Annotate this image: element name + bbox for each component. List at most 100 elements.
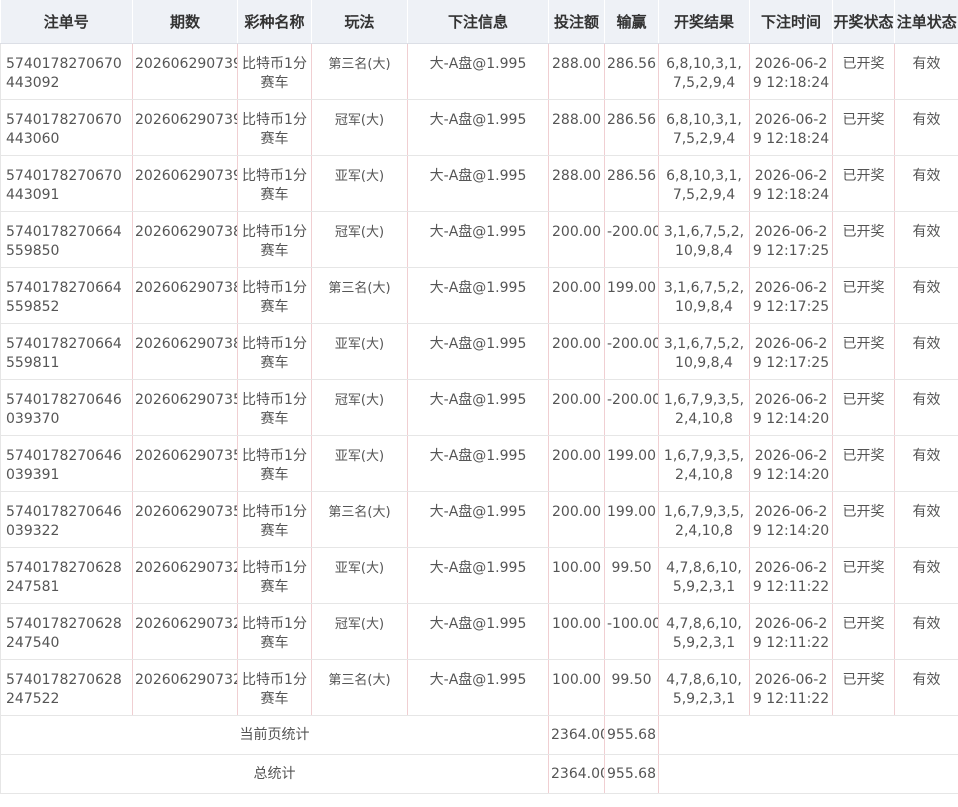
cell-bet-info: 大-A盘@1.995: [407, 435, 549, 492]
cell-order-status: 有效: [894, 379, 958, 436]
cell-bet-amount: 100.00: [548, 547, 605, 604]
cell-lottery-name: 比特币1分赛车: [237, 323, 312, 380]
cell-bet-time: 2026-06-29 12:18:24: [749, 43, 833, 100]
cell-bet-amount: 288.00: [548, 155, 605, 212]
cell-period: 202606290732: [132, 659, 238, 716]
cell-order-id: 5740178270670443060: [0, 99, 133, 156]
header-bet-info[interactable]: 下注信息: [407, 0, 549, 44]
cell-period: 202606290732: [132, 547, 238, 604]
cell-lottery-name: 比特币1分赛车: [237, 379, 312, 436]
table-row[interactable]: 5740178270670443092 202606290739 比特币1分赛车 第三…: [0, 43, 958, 100]
cell-draw-status: 已开奖: [832, 43, 895, 100]
table-row[interactable]: 5740178270646039391 202606290735 比特币1分赛车 亚军…: [0, 435, 958, 492]
cell-order-id: 5740178270664559850: [0, 211, 133, 268]
cell-order-status: 有效: [894, 99, 958, 156]
table-row[interactable]: 5740178270664559811 202606290738 比特币1分赛车 亚军…: [0, 323, 958, 380]
cell-draw-result: 1,6,7,9,3,5,2,4,10,8: [658, 435, 750, 492]
cell-period: 202606290739: [132, 43, 238, 100]
total-summary-label: 总统计: [0, 754, 549, 794]
cell-bet-amount: 200.00: [548, 491, 605, 548]
cell-draw-status: 已开奖: [832, 99, 895, 156]
cell-bet-amount: 288.00: [548, 43, 605, 100]
cell-win-loss: -200.00: [604, 211, 659, 268]
header-order-status[interactable]: 注单状态: [894, 0, 958, 44]
table-row[interactable]: 5740178270646039370 202606290735 比特币1分赛车 冠军…: [0, 379, 958, 436]
cell-draw-status: 已开奖: [832, 491, 895, 548]
table-row[interactable]: 5740178270664559850 202606290738 比特币1分赛车 冠军…: [0, 211, 958, 268]
table-row[interactable]: 5740178270628247581 202606290732 比特币1分赛车 亚军…: [0, 547, 958, 604]
cell-period: 202606290738: [132, 211, 238, 268]
cell-period: 202606290735: [132, 491, 238, 548]
cell-draw-result: 3,1,6,7,5,2,10,9,8,4: [658, 211, 750, 268]
cell-period: 202606290739: [132, 155, 238, 212]
table-row[interactable]: 5740178270670443060 202606290739 比特币1分赛车 冠军…: [0, 99, 958, 156]
cell-period: 202606290735: [132, 435, 238, 492]
cell-win-loss: 286.56: [604, 155, 659, 212]
total-summary-empty: [658, 754, 958, 794]
cell-draw-result: 4,7,8,6,10,5,9,2,3,1: [658, 547, 750, 604]
page-summary-label: 当前页统计: [0, 715, 549, 755]
cell-order-status: 有效: [894, 491, 958, 548]
header-bet-amount[interactable]: 投注额: [548, 0, 605, 44]
cell-draw-result: 4,7,8,6,10,5,9,2,3,1: [658, 603, 750, 660]
cell-period: 202606290738: [132, 267, 238, 324]
cell-order-status: 有效: [894, 43, 958, 100]
cell-play-type: 第三名(大): [311, 491, 408, 548]
cell-draw-result: 3,1,6,7,5,2,10,9,8,4: [658, 267, 750, 324]
table-row[interactable]: 5740178270628247540 202606290732 比特币1分赛车 冠军…: [0, 603, 958, 660]
total-summary-amount: 2364.00: [548, 754, 605, 794]
cell-bet-time: 2026-06-29 12:18:24: [749, 99, 833, 156]
cell-order-id: 5740178270670443091: [0, 155, 133, 212]
cell-bet-info: 大-A盘@1.995: [407, 99, 549, 156]
page-summary-row: 当前页统计 2364.00 955.68: [0, 715, 958, 755]
cell-order-status: 有效: [894, 659, 958, 716]
cell-bet-amount: 100.00: [548, 659, 605, 716]
page-summary-amount: 2364.00: [548, 715, 605, 755]
cell-draw-result: 1,6,7,9,3,5,2,4,10,8: [658, 491, 750, 548]
cell-order-status: 有效: [894, 603, 958, 660]
table-row[interactable]: 5740178270646039322 202606290735 比特币1分赛车 第三…: [0, 491, 958, 548]
cell-bet-info: 大-A盘@1.995: [407, 267, 549, 324]
table-row[interactable]: 5740178270664559852 202606290738 比特币1分赛车 第三…: [0, 267, 958, 324]
cell-win-loss: 199.00: [604, 267, 659, 324]
cell-order-id: 5740178270628247581: [0, 547, 133, 604]
cell-lottery-name: 比特币1分赛车: [237, 547, 312, 604]
cell-bet-info: 大-A盘@1.995: [407, 547, 549, 604]
cell-bet-time: 2026-06-29 12:14:20: [749, 379, 833, 436]
header-play-type[interactable]: 玩法: [311, 0, 408, 44]
cell-bet-info: 大-A盘@1.995: [407, 43, 549, 100]
cell-draw-status: 已开奖: [832, 435, 895, 492]
page-summary-win: 955.68: [604, 715, 659, 755]
header-draw-result[interactable]: 开奖结果: [658, 0, 750, 44]
cell-draw-status: 已开奖: [832, 211, 895, 268]
cell-draw-result: 6,8,10,3,1,7,5,2,9,4: [658, 99, 750, 156]
cell-win-loss: 286.56: [604, 99, 659, 156]
header-order-id[interactable]: 注单号: [0, 0, 133, 44]
cell-draw-result: 6,8,10,3,1,7,5,2,9,4: [658, 155, 750, 212]
header-draw-status[interactable]: 开奖状态: [832, 0, 895, 44]
cell-order-id: 5740178270670443092: [0, 43, 133, 100]
table-row[interactable]: 5740178270628247522 202606290732 比特币1分赛车 第三…: [0, 659, 958, 716]
cell-order-id: 5740178270664559811: [0, 323, 133, 380]
cell-win-loss: 286.56: [604, 43, 659, 100]
table-header-row: 注单号 期数 彩种名称 玩法 下注信息 投注额 输赢 开奖结果 下注时间 开奖状…: [0, 0, 958, 44]
cell-lottery-name: 比特币1分赛车: [237, 99, 312, 156]
table-row[interactable]: 5740178270670443091 202606290739 比特币1分赛车 亚军…: [0, 155, 958, 212]
cell-bet-amount: 200.00: [548, 379, 605, 436]
cell-bet-info: 大-A盘@1.995: [407, 603, 549, 660]
header-lottery-name[interactable]: 彩种名称: [237, 0, 312, 44]
cell-bet-time: 2026-06-29 12:11:22: [749, 547, 833, 604]
cell-bet-time: 2026-06-29 12:14:20: [749, 491, 833, 548]
cell-play-type: 第三名(大): [311, 43, 408, 100]
header-win-loss[interactable]: 输赢: [604, 0, 659, 44]
header-period[interactable]: 期数: [132, 0, 238, 44]
cell-draw-status: 已开奖: [832, 379, 895, 436]
cell-bet-time: 2026-06-29 12:17:25: [749, 211, 833, 268]
cell-bet-info: 大-A盘@1.995: [407, 211, 549, 268]
cell-bet-info: 大-A盘@1.995: [407, 491, 549, 548]
cell-order-id: 5740178270628247540: [0, 603, 133, 660]
cell-draw-status: 已开奖: [832, 267, 895, 324]
header-bet-time[interactable]: 下注时间: [749, 0, 833, 44]
cell-order-id: 5740178270646039370: [0, 379, 133, 436]
cell-order-status: 有效: [894, 155, 958, 212]
